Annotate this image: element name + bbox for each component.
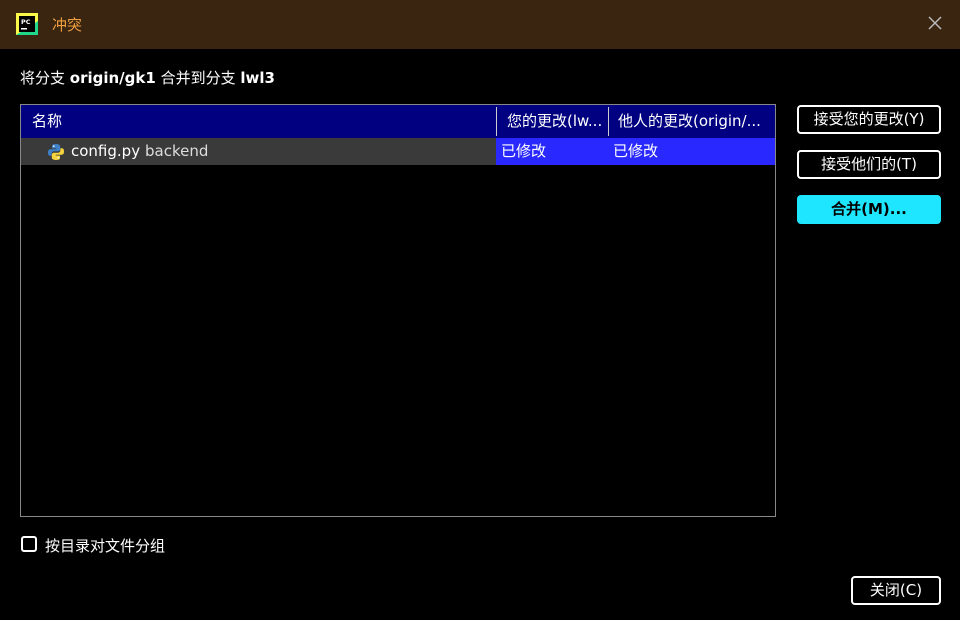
file-directory: backend: [145, 142, 209, 160]
window-title: 冲突: [52, 16, 83, 34]
table-header: 名称 您的更改(lw... 他人的更改(origin/...: [21, 105, 775, 138]
merge-description-middle: 合并到分支: [155, 69, 241, 87]
column-divider[interactable]: [496, 107, 497, 136]
column-header-name[interactable]: 名称: [32, 105, 492, 138]
accept-yours-button[interactable]: 接受您的更改(Y): [797, 105, 941, 134]
merge-button[interactable]: 合并(M)...: [797, 195, 941, 224]
close-button[interactable]: 关闭(C): [851, 576, 941, 605]
merge-description-prefix: 将分支: [20, 69, 70, 87]
accept-theirs-button[interactable]: 接受他们的(T): [797, 150, 941, 179]
python-icon: [48, 144, 64, 160]
target-branch: lwl3: [240, 69, 275, 87]
group-by-directory-label[interactable]: 按目录对文件分组: [45, 535, 165, 556]
file-name: config.py: [71, 142, 141, 160]
close-icon[interactable]: [924, 12, 946, 34]
pycharm-icon: PC: [16, 13, 38, 35]
table-row[interactable]: config.py backend 已修改 已修改: [21, 138, 775, 165]
conflicts-table: 名称 您的更改(lw... 他人的更改(origin/... config.py…: [20, 104, 776, 517]
column-header-theirs[interactable]: 他人的更改(origin/...: [618, 105, 773, 138]
merge-description: 将分支 origin/gk1 合并到分支 lwl3: [20, 67, 275, 88]
source-branch: origin/gk1: [69, 69, 156, 87]
group-by-directory-checkbox[interactable]: [21, 536, 37, 552]
svg-text:PC: PC: [21, 18, 31, 26]
status-theirs: 已修改: [613, 142, 659, 160]
column-divider[interactable]: [608, 107, 609, 136]
status-yours: 已修改: [501, 142, 547, 160]
column-header-yours[interactable]: 您的更改(lw...: [507, 105, 607, 138]
title-bar: PC 冲突: [0, 0, 960, 49]
